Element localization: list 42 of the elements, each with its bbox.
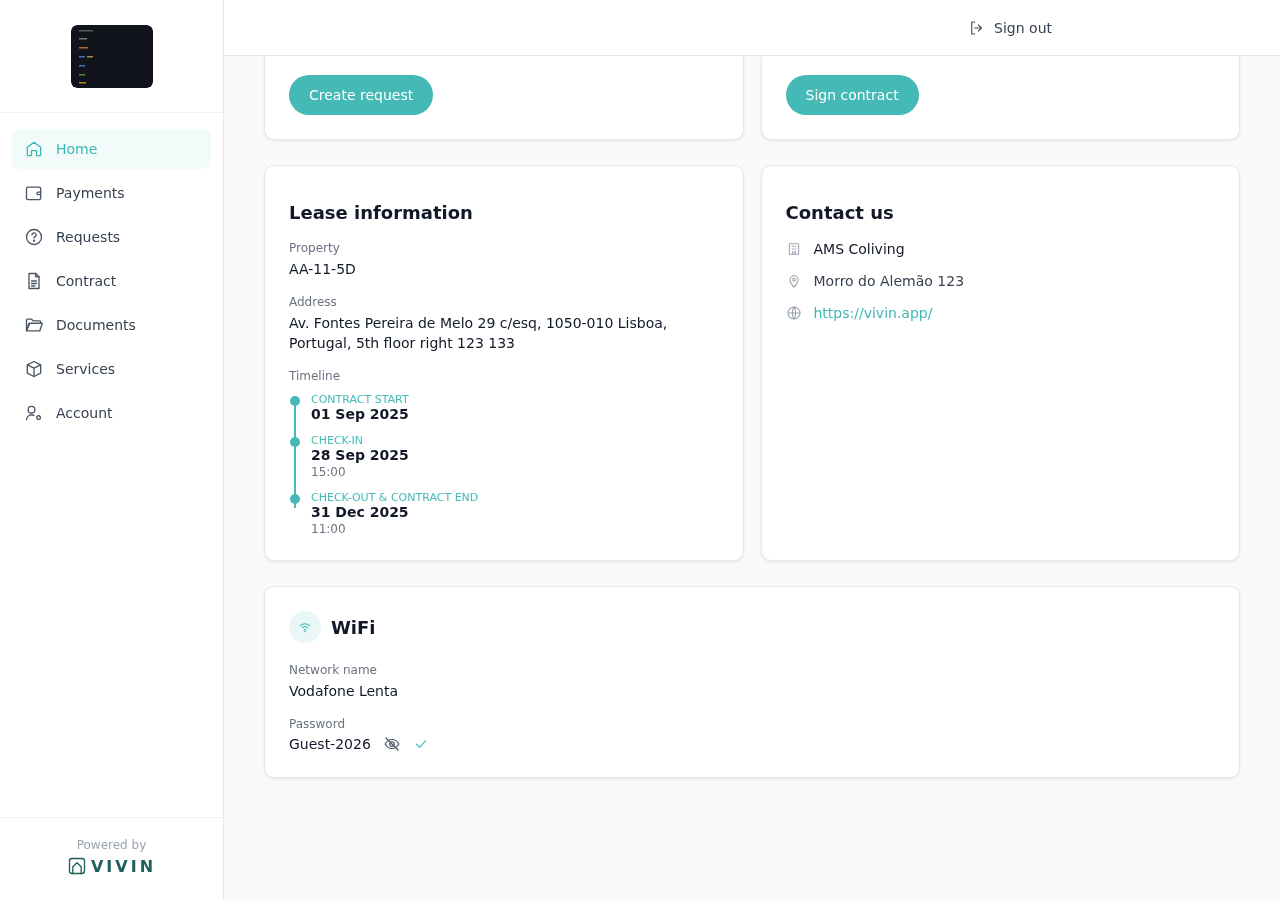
- nav-item[interactable]: Contract: [12, 261, 211, 301]
- timeline-dot: [290, 437, 300, 447]
- timeline-time: 15:00: [311, 465, 347, 479]
- card-title: WiFi: [331, 616, 376, 638]
- field-value: Av. Fontes Pereira de Melo 29 c/esq, 1050-010 Lisboa, Portugal, 5th floor right 123 133: [289, 314, 669, 353]
- contact-text: AMS Coliving: [813, 241, 905, 257]
- user-settings-icon: [24, 403, 44, 423]
- home-icon: [24, 139, 44, 159]
- contact-text: Morro do Alemão 123: [813, 273, 965, 289]
- help-icon: [24, 227, 44, 247]
- nav-item[interactable]: Services: [12, 349, 211, 389]
- field-label: Address: [289, 295, 338, 309]
- timeline-time: 11:00: [311, 522, 347, 536]
- brand-name: VIVIN: [90, 856, 157, 876]
- timeline-date: 01 Sep 2025: [311, 406, 410, 422]
- nav-item[interactable]: Documents: [12, 305, 211, 345]
- timeline-label: CHECK-OUT & CONTRACT END: [311, 491, 480, 504]
- field-label: Password: [289, 717, 347, 731]
- nav-item[interactable]: Requests: [12, 217, 211, 257]
- timeline-date: 31 Dec 2025: [311, 504, 410, 520]
- field-value: AA-11-5D: [289, 260, 357, 279]
- eye-off-icon: [382, 735, 401, 753]
- house-logo-icon: [66, 856, 87, 876]
- field-value: Vodafone Lenta: [289, 682, 400, 701]
- card-title: Contact us: [785, 202, 895, 223]
- globe-icon: [785, 305, 802, 321]
- field-label: Network name: [289, 663, 378, 677]
- timeline-dot: [290, 494, 300, 504]
- timeline-label: CONTRACT START: [311, 393, 410, 406]
- field-label: Property: [289, 241, 341, 255]
- password-value: Guest-2026: [289, 736, 371, 752]
- hide-password-button[interactable]: [382, 735, 401, 753]
- timeline-date: 28 Sep 2025: [311, 447, 410, 463]
- box-icon: [24, 359, 44, 379]
- timeline-label: CHECK-IN: [311, 434, 365, 447]
- sign-out-button[interactable]: Sign out: [964, 14, 1056, 41]
- nav-item[interactable]: Payments: [12, 173, 211, 213]
- field-label: Timeline: [289, 369, 342, 383]
- timeline-dot: [290, 396, 300, 406]
- powered-by-text: Powered by: [76, 838, 147, 852]
- card-title: Lease information: [289, 202, 474, 223]
- nav-item[interactable]: Account: [12, 393, 211, 433]
